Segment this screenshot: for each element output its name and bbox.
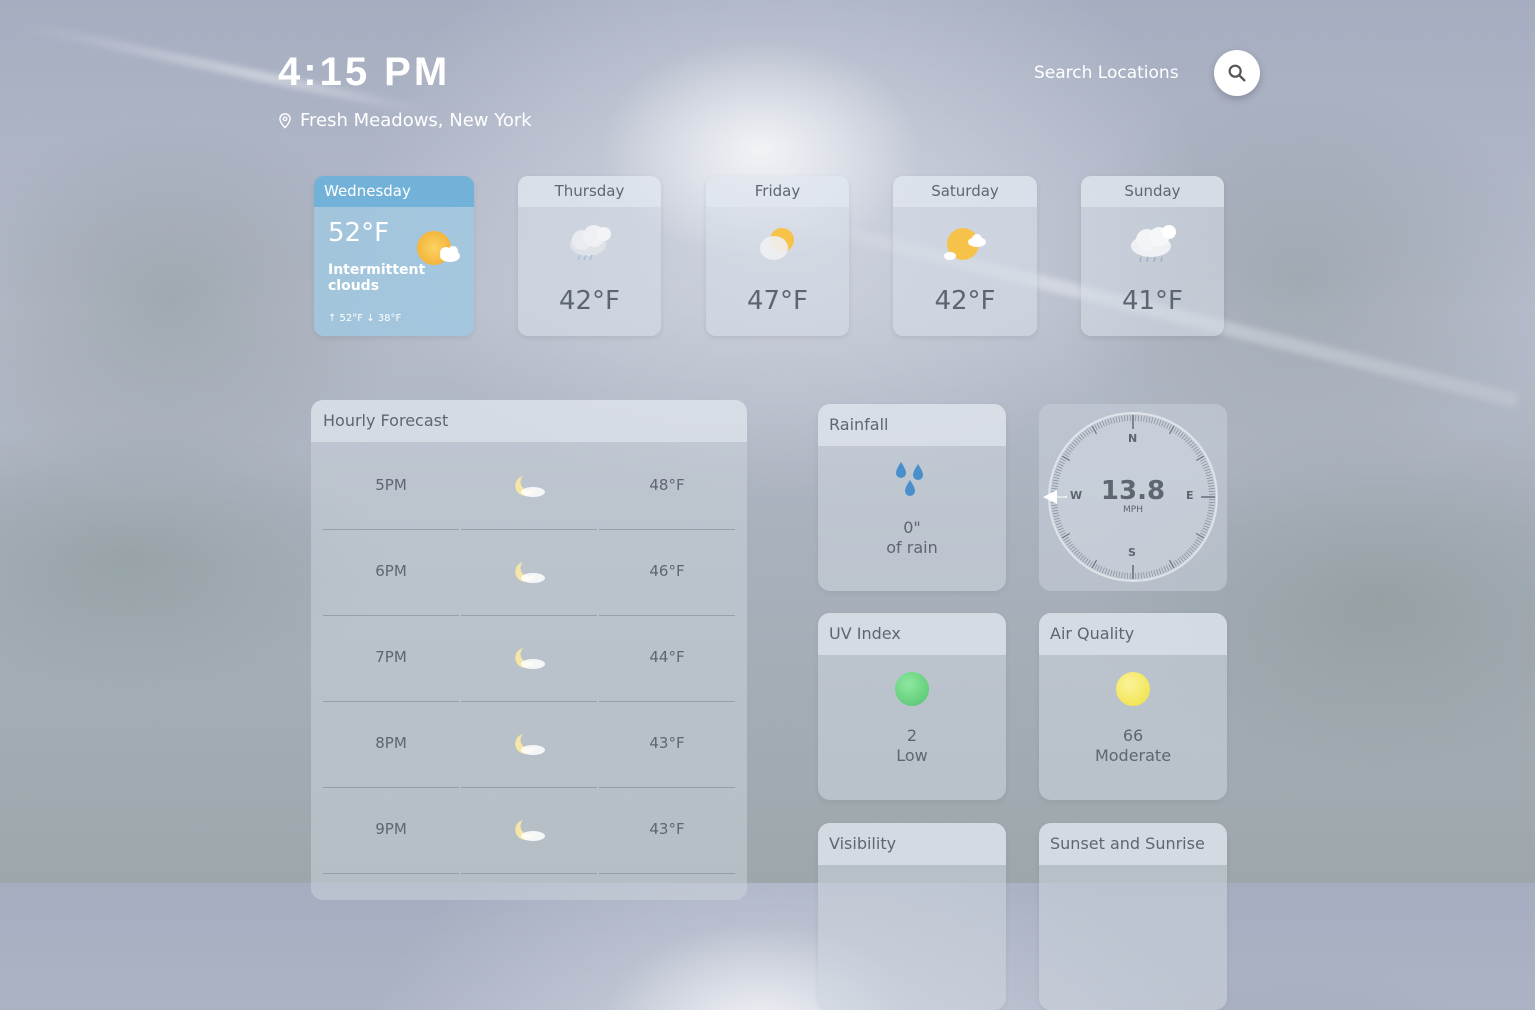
wind-speed: 13.8 [1039,476,1227,506]
rainfall-amount: 0" [818,518,1006,538]
uv-value: 2 [818,726,1006,746]
search-button[interactable] [1214,50,1260,96]
wind-unit: MPH [1039,505,1227,515]
hour-time: 8PM [323,734,459,752]
hourly-forecast-title: Hourly Forecast [311,400,747,442]
day-card-saturday[interactable]: Saturday 42°F [893,176,1037,336]
sunset-sunrise-title: Sunset and Sunrise [1039,823,1227,865]
hour-temp: 46°F [599,562,735,580]
moon-cloud-icon [509,730,549,758]
location: Fresh Meadows, New York [278,110,532,131]
uv-index-title: UV Index [818,613,1006,655]
cloud-rain-icon [1125,222,1181,266]
sunset-sunrise-tile[interactable]: Sunset and Sunrise [1039,823,1227,1010]
uv-level-dot [895,672,929,706]
air-quality-value: 66 [1039,726,1227,746]
day-temp: 47°F [706,286,849,316]
sun-cloud-icon [937,222,993,266]
day-name: Sunday [1081,176,1224,207]
location-name: Fresh Meadows, New York [300,110,532,131]
hourly-row: 9PM 43°F [323,787,735,873]
uv-label: Low [818,746,1006,766]
day-temp: 42°F [518,286,661,316]
hour-temp: 48°F [599,476,735,494]
hourly-row: 5PM 48°F [323,443,735,529]
high-low: ↑ 52°F ↓ 38°F [328,313,401,324]
compass-south: S [1128,546,1136,559]
day-card-thursday[interactable]: Thursday 42°F [518,176,661,336]
day-name: Saturday [893,176,1037,207]
hour-time: 5PM [323,476,459,494]
day-temp: 42°F [893,286,1037,316]
hour-time: 9PM [323,820,459,838]
day-card-sunday[interactable]: Sunday 41°F [1081,176,1224,336]
moon-cloud-icon [509,816,549,844]
raindrops-icon [892,460,932,500]
day-name: Thursday [518,176,661,207]
search-locations-label[interactable]: Search Locations [1034,63,1179,83]
air-quality-tile[interactable]: Air Quality 66 Moderate [1039,613,1227,800]
air-quality-title: Air Quality [1039,613,1227,655]
hour-temp: 44°F [599,648,735,666]
air-quality-dot [1116,672,1150,706]
day-card-friday[interactable]: Friday 47°F [706,176,849,336]
air-quality-label: Moderate [1039,746,1227,766]
rainfall-label: of rain [818,538,1006,558]
compass-north: N [1128,432,1137,445]
cloud-rain-icon [562,222,618,266]
moon-cloud-icon [509,644,549,672]
search-icon [1226,62,1248,84]
hour-temp: 43°F [599,734,735,752]
uv-index-tile[interactable]: UV Index 2 Low [818,613,1006,800]
current-time: 4:15 PM [278,50,450,95]
day-temp: 41°F [1081,286,1224,316]
hour-temp: 43°F [599,820,735,838]
hour-time: 6PM [323,562,459,580]
rainfall-tile[interactable]: Rainfall 0" of rain [818,404,1006,591]
wind-compass-tile[interactable]: N E S W 13.8 MPH [1039,404,1227,591]
location-pin-icon [278,113,292,129]
hourly-row: 8PM 43°F [323,701,735,787]
day-name: Friday [706,176,849,207]
hour-time: 7PM [323,648,459,666]
moon-cloud-icon [509,558,549,586]
current-condition: Intermittent clouds [328,262,428,294]
visibility-title: Visibility [818,823,1006,865]
hourly-row: 6PM 46°F [323,529,735,615]
day-card-wednesday[interactable]: Wednesday 52°F Intermittent clouds ↑ 52°… [314,176,474,336]
hourly-row: 7PM 44°F [323,615,735,701]
current-temp: 52°F [328,218,389,248]
visibility-tile[interactable]: Visibility [818,823,1006,1010]
hazy-sun-icon [750,222,806,266]
hourly-forecast-panel[interactable]: Hourly Forecast 5PM 48°F 6PM 46°F 7PM 44… [311,400,747,900]
rainfall-title: Rainfall [818,404,1006,446]
day-name: Wednesday [314,176,474,207]
moon-cloud-icon [509,472,549,500]
